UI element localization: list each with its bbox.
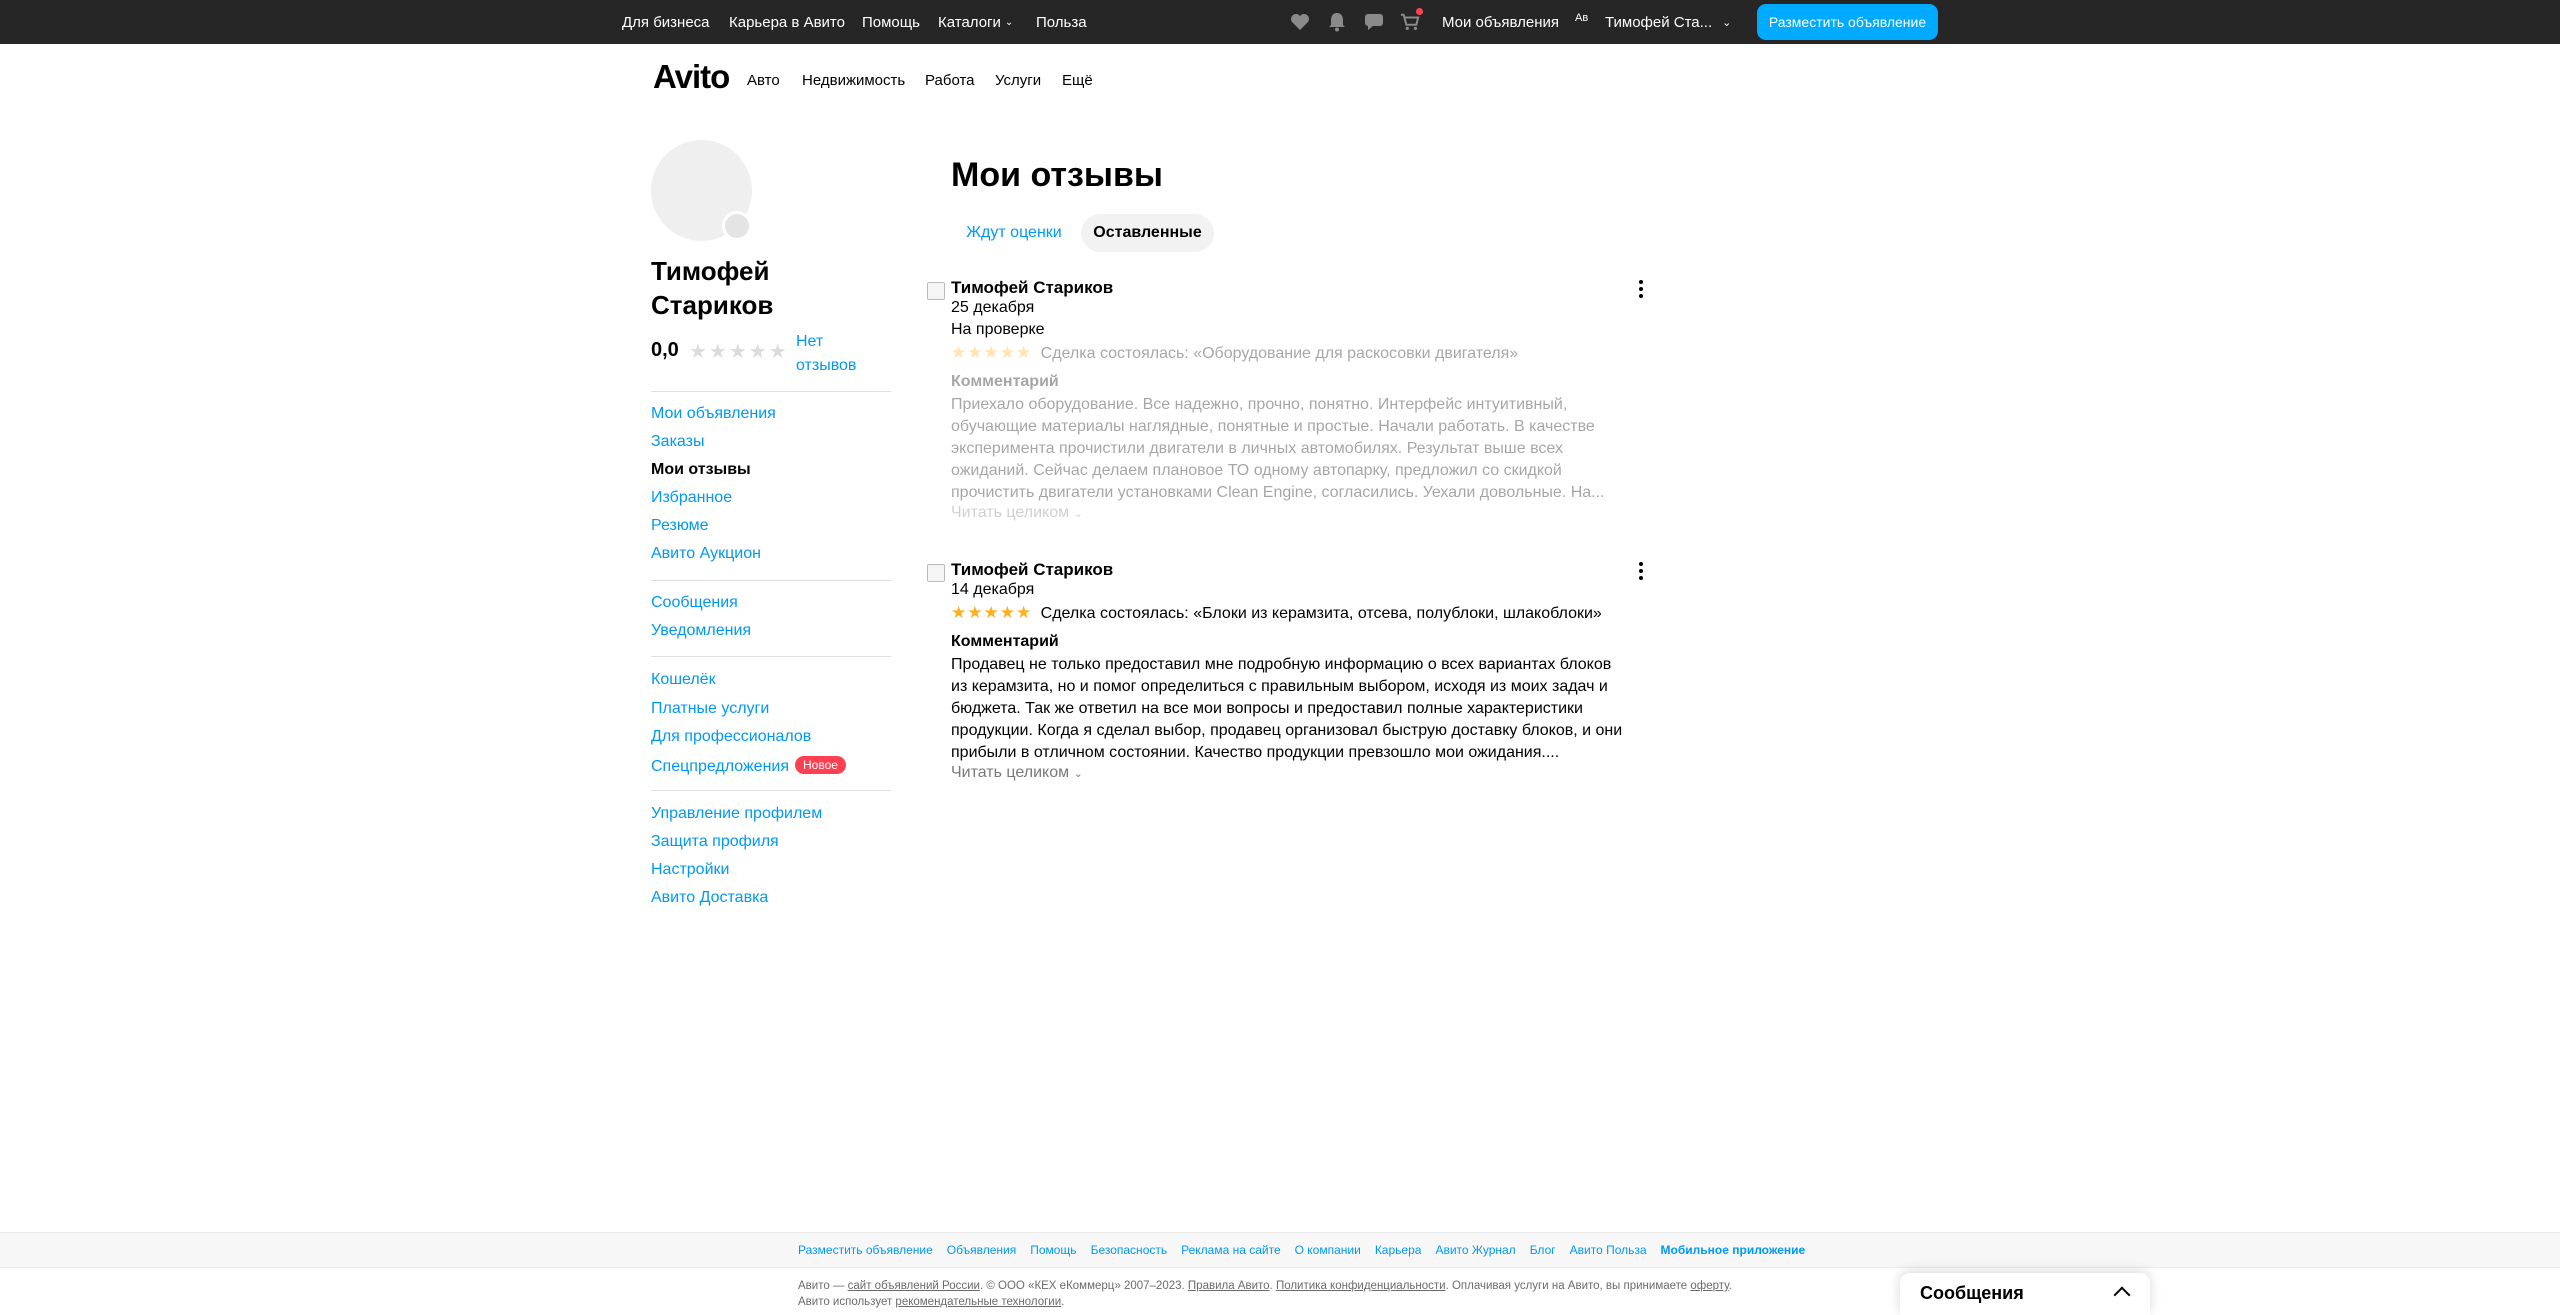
topbar-link-help[interactable]: Помощь [862,0,920,44]
review-comment: Продавец не только предоставил мне подро… [951,656,1623,761]
read-more-link[interactable]: Читать целиком ⌄ [951,764,1083,782]
review-status: На проверке [951,321,1045,338]
review-stars: ★★★★★ [951,343,1033,362]
divider [651,391,891,392]
footer-link[interactable]: Авито Журнал [1435,1243,1515,1257]
review-date: 25 декабря [951,299,1035,316]
review-deal: ★★★★★ Сделка состоялась: «Оборудование д… [951,343,1519,362]
review-card: Тимофей Стариков 14 декабря ★★★★★ Сделка… [927,560,1647,790]
top-bar: Для бизнеса Карьера в Авито Помощь Катал… [0,0,2560,44]
page-title: Мои отзывы [951,156,1163,194]
read-more-link[interactable]: Читать целиком ⌄ [951,504,1083,522]
divider [651,790,891,791]
topbar-link-career[interactable]: Карьера в Авито [729,0,845,44]
sidebar-item-my-ads[interactable]: Мои объявления [651,405,776,423]
sidebar-item-resume[interactable]: Резюме [651,517,709,535]
footer-link[interactable]: Безопасность [1091,1243,1168,1257]
sidebar-item-paid-services[interactable]: Платные услуги [651,700,769,718]
tab-awaiting[interactable]: Ждут оценки [951,214,1077,252]
nav-services[interactable]: Услуги [995,72,1041,89]
bell-icon[interactable] [1327,12,1347,32]
chevron-down-icon: ⌄ [1073,768,1083,780]
nav-more[interactable]: Ещё [1062,72,1093,89]
cart-icon[interactable] [1400,8,1423,32]
sidebar-item-wallet[interactable]: Кошелёк [651,671,716,689]
sidebar-item-profile-management[interactable]: Управление профилем [651,805,822,823]
sidebar-item-favorites[interactable]: Избранное [651,489,732,507]
nav-realty[interactable]: Недвижимость [802,72,905,89]
footer-link[interactable]: Помощь [1030,1243,1076,1257]
nav-jobs[interactable]: Работа [925,72,975,89]
sidebar-item-auction[interactable]: Авито Аукцион [651,545,761,563]
cart-notification-dot [1416,8,1423,15]
review-deal: ★★★★★ Сделка состоялась: «Блоки из керам… [951,603,1602,622]
topbar-link-business[interactable]: Для бизнеса [622,0,710,44]
profile-rating-stars: ★★★★★ [689,341,789,363]
review-comment: Приехало оборудование. Все надежно, проч… [951,396,1605,501]
topbar-link-catalogs[interactable]: Каталоги ⌄ [938,0,1013,44]
comment-heading: Комментарий [951,633,1059,650]
sidebar-item-my-reviews[interactable]: Мои отзывы [651,461,751,479]
review-author[interactable]: Тимофей Стариков [951,278,1113,298]
sidebar-item-special-offers[interactable]: Спецпредложения Новое [651,756,846,776]
avatar-upload-icon[interactable] [722,211,752,241]
chat-icon[interactable] [1364,12,1384,32]
nav-auto[interactable]: Авто [747,72,780,89]
more-options-icon[interactable] [1635,562,1647,580]
footer-link[interactable]: Разместить объявление [798,1243,933,1257]
footer-link[interactable]: сайт объявлений России [848,1280,980,1292]
chevron-down-icon: ⌄ [1004,16,1014,28]
comment-heading: Комментарий [951,373,1059,390]
avatar: Ав [1575,12,1589,24]
messages-panel-title: Сообщения [1920,1283,2024,1303]
footer-link-mobile-app[interactable]: Мобильное приложение [1661,1243,1806,1257]
new-badge: Новое [795,756,846,774]
more-options-icon[interactable] [1635,280,1647,298]
sidebar-item-delivery[interactable]: Авито Доставка [651,889,768,907]
footer-link[interactable]: оферту [1690,1280,1728,1292]
footer-link[interactable]: Объявления [947,1243,1016,1257]
sidebar-item-notifications[interactable]: Уведомления [651,622,751,640]
reviewer-avatar [927,282,945,300]
avito-logo[interactable]: Avito [653,58,730,96]
topbar-user-menu[interactable]: Ав Тимофей Ста... ⌄ [1575,0,1731,44]
messages-panel[interactable]: Сообщения [1900,1273,2150,1315]
footer-links: Разместить объявление Объявления Помощь … [798,1243,1805,1257]
sidebar-item-profile-protection[interactable]: Защита профиля [651,833,779,851]
heart-icon[interactable] [1290,12,1310,32]
footer-link[interactable]: Блог [1530,1243,1556,1257]
topbar-my-ads[interactable]: Мои объявления [1442,0,1559,44]
sidebar-item-orders[interactable]: Заказы [651,433,704,451]
profile-name: Тимофей Стариков [651,256,774,320]
chevron-up-icon[interactable] [2113,1286,2131,1304]
review-author[interactable]: Тимофей Стариков [951,560,1113,580]
profile-rating-value: 0,0 [651,339,679,361]
post-ad-button[interactable]: Разместить объявление [1757,4,1938,40]
no-reviews-link[interactable]: Нет отзывов [796,330,876,378]
sidebar-item-for-pros[interactable]: Для профессионалов [651,728,811,746]
footer-link[interactable]: Политика конфиденциальности [1276,1280,1446,1292]
review-stars: ★★★★★ [951,603,1033,622]
footer-link[interactable]: Реклама на сайте [1181,1243,1281,1257]
footer-copyright: Авито — сайт объявлений России. © ООО «К… [798,1280,1732,1308]
chevron-down-icon: ⌄ [1073,508,1083,520]
divider [651,580,891,581]
review-date: 14 декабря [951,581,1035,598]
profile-avatar[interactable] [651,140,752,241]
footer-link[interactable]: Правила Авито [1188,1280,1270,1292]
topbar-link-benefit[interactable]: Польза [1036,0,1087,44]
review-card: Тимофей Стариков 25 декабря На проверке … [927,278,1647,528]
tab-left[interactable]: Оставленные [1081,214,1214,252]
sidebar-item-settings[interactable]: Настройки [651,861,729,879]
sidebar-item-messages[interactable]: Сообщения [651,594,738,612]
footer-link[interactable]: О компании [1295,1243,1361,1257]
footer-link[interactable]: Авито Польза [1570,1243,1647,1257]
footer-link[interactable]: Карьера [1375,1243,1422,1257]
reviewer-avatar [927,564,945,582]
footer-link[interactable]: рекомендательные технологии [895,1296,1061,1308]
divider [651,656,891,657]
chevron-down-icon: ⌄ [1722,16,1732,29]
